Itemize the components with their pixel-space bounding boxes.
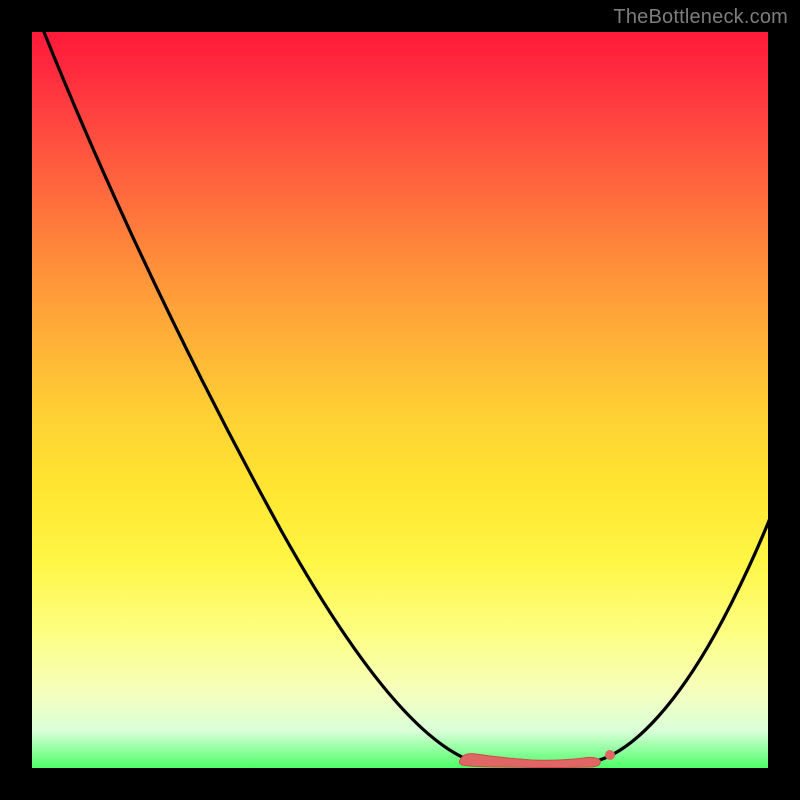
optimum-blob	[459, 754, 600, 768]
marker-dot-icon	[605, 750, 615, 760]
curve-path	[42, 32, 768, 766]
watermark-text: TheBottleneck.com	[613, 6, 788, 29]
bottleneck-curve	[32, 32, 768, 768]
plot-area	[32, 32, 768, 768]
chart-frame: TheBottleneck.com	[0, 0, 800, 800]
